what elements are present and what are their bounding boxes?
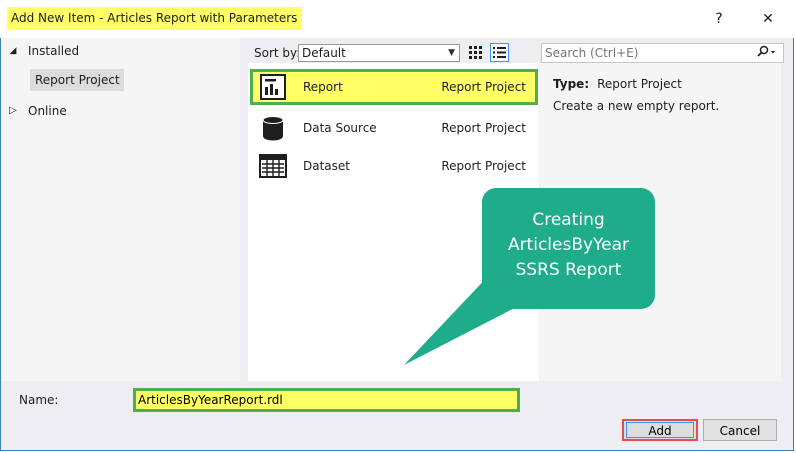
add-button-label: Add (626, 422, 694, 438)
list-view-icon (493, 47, 506, 58)
medium-icons-view-button[interactable] (466, 43, 485, 62)
template-name: Report (303, 80, 343, 94)
callout-line: ArticlesByYear (507, 235, 630, 255)
tree-label-installed: Installed (28, 44, 80, 58)
search-input[interactable] (545, 44, 745, 62)
callout-line: SSRS Report (515, 260, 622, 280)
template-item-report[interactable]: Report Report Project (250, 69, 538, 105)
tree-label-online: Online (28, 104, 67, 118)
sort-by-value: Default (302, 46, 346, 60)
template-type: Report Project (441, 159, 526, 173)
callout-text: Creating ArticlesByYear SSRS Report (482, 208, 655, 283)
help-button[interactable]: ? (706, 7, 732, 31)
dataset-grid-icon (259, 154, 287, 178)
chevron-down-icon: ▼ (448, 48, 455, 58)
report-icon (260, 74, 286, 100)
details-type: Type: Report Project (553, 75, 682, 93)
grid-view-icon (469, 46, 482, 59)
template-type: Report Project (441, 121, 526, 135)
collapsed-arrow-icon[interactable]: ▷ (8, 101, 18, 121)
name-input[interactable] (138, 392, 516, 408)
name-field[interactable] (133, 388, 520, 412)
window-title: Add New Item - Articles Report with Para… (7, 7, 303, 30)
template-name: Dataset (303, 159, 350, 173)
annotation-callout: Creating ArticlesByYear SSRS Report (482, 188, 655, 309)
template-item-data-source[interactable]: Data Source Report Project (250, 110, 538, 146)
sort-by-label: Sort by: (254, 46, 301, 60)
details-description: Create a new empty report. (553, 99, 720, 113)
search-box[interactable] (541, 43, 784, 63)
sort-by-dropdown[interactable]: Default ▼ (298, 44, 460, 62)
details-type-label: Type: (553, 77, 590, 91)
template-type: Report Project (441, 80, 526, 94)
close-button[interactable]: ✕ (755, 7, 781, 31)
callout-line: Creating (532, 210, 605, 230)
cancel-button[interactable]: Cancel (703, 419, 777, 441)
title-bar: Add New Item - Articles Report with Para… (0, 0, 794, 38)
search-icon[interactable] (755, 45, 777, 62)
database-icon (262, 116, 284, 141)
list-view-button[interactable] (490, 43, 509, 62)
template-name: Data Source (303, 121, 377, 135)
name-label: Name: (19, 393, 59, 407)
details-type-value: Report Project (597, 77, 682, 91)
template-item-dataset[interactable]: Dataset Report Project (250, 148, 538, 184)
add-button[interactable]: Add (622, 419, 698, 441)
tree-node-report-project[interactable]: Report Project (30, 69, 124, 91)
expanded-arrow-icon[interactable]: ◢ (8, 41, 18, 61)
